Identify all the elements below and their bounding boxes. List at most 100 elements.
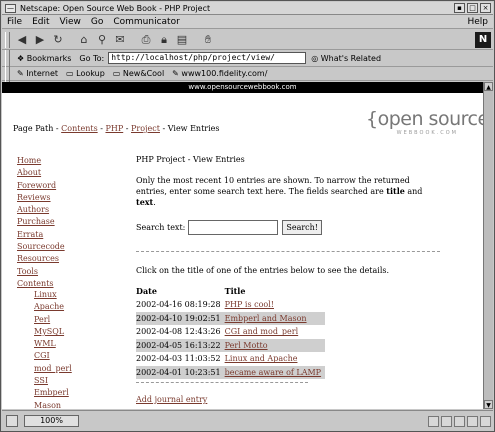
sidebar-item-contents[interactable]: Contents: [17, 279, 54, 288]
personal-link-fidelity[interactable]: ✎ www100.fidelity.com/: [168, 69, 271, 78]
subnav-item-mason[interactable]: Mason: [34, 401, 61, 409]
divider: [136, 382, 308, 383]
search-input[interactable]: [188, 220, 279, 235]
scroll-down-arrow-icon[interactable]: ▼: [484, 400, 493, 409]
composer-icon[interactable]: [480, 415, 491, 427]
newsgroups-icon[interactable]: [454, 415, 465, 427]
table-row: 2002-04-10 19:02:51 Embperl and Mason: [136, 311, 326, 325]
address-book-icon[interactable]: [467, 415, 478, 427]
add-journal-entry-link[interactable]: Add journal entry: [136, 395, 207, 404]
sidebar-item-foreword[interactable]: Foreword: [17, 181, 56, 190]
entry-title-link[interactable]: became aware of LAMP: [225, 368, 321, 377]
window-menu-button[interactable]: —: [5, 3, 16, 13]
menu-help[interactable]: Help: [462, 17, 493, 27]
personal-link-label: New&Cool: [122, 69, 165, 78]
menu-communicator[interactable]: Communicator: [108, 17, 184, 27]
subnav-item-wml[interactable]: WML: [34, 339, 56, 348]
sidebar-item-tools[interactable]: Tools: [17, 267, 38, 276]
breadcrumb-current: View Entries: [167, 124, 220, 133]
column-header-date: Date: [136, 286, 157, 296]
personal-toolbar: ✎ Internet ▭ Lookup ▭ New&Cool ✎ www100.…: [2, 65, 493, 82]
entry-date: 2002-04-08 12:43:26: [136, 327, 221, 337]
title-bar: — Netscape: Open Source Web Book - PHP P…: [2, 2, 493, 15]
toolbar-grip[interactable]: [5, 50, 10, 66]
toolbar-grip[interactable]: [5, 31, 10, 48]
entry-title-link[interactable]: Embperl and Mason: [225, 314, 307, 323]
bookmarks-button[interactable]: ❖ Bookmarks: [13, 54, 75, 63]
table-row: 2002-04-01 10:23:51 became aware of LAMP: [136, 365, 326, 379]
search-icon[interactable]: ⚲: [94, 32, 110, 47]
main-panel: PHP Project - View Entries Only the most…: [136, 155, 476, 404]
sidebar-item-errata[interactable]: Errata: [17, 230, 43, 239]
toolbar-grip[interactable]: [5, 65, 10, 82]
column-header-title: Title: [224, 286, 246, 296]
sidebar-item-reviews[interactable]: Reviews: [17, 193, 51, 202]
security-icon[interactable]: 🔒︎: [156, 32, 172, 47]
logo-main-text: {open source}: [366, 108, 483, 130]
status-bar: 100%: [2, 410, 493, 431]
search-label: Search text:: [136, 223, 186, 232]
mail-icon[interactable]: [441, 415, 452, 427]
minimize-button[interactable]: ▪: [454, 3, 465, 13]
breadcrumb-php[interactable]: PHP: [105, 124, 123, 133]
intro-end: .: [153, 198, 156, 207]
breadcrumb-project[interactable]: Project: [131, 124, 160, 133]
maximize-button[interactable]: □: [467, 3, 478, 13]
vertical-scrollbar[interactable]: ▲ ▼: [483, 82, 493, 409]
divider: [136, 251, 440, 252]
url-field[interactable]: http://localhost/php/project/view/: [108, 52, 307, 64]
breadcrumb-contents[interactable]: Contents: [61, 124, 98, 133]
subnav-item-perl[interactable]: Perl: [34, 315, 50, 324]
search-form: Search text: Search!: [136, 220, 476, 235]
subnav-item-apache[interactable]: Apache: [34, 302, 64, 311]
sidebar-item-about[interactable]: About: [17, 168, 41, 177]
navigator-icon[interactable]: [428, 415, 439, 427]
shop-icon[interactable]: ▤: [174, 32, 190, 47]
menu-go[interactable]: Go: [86, 17, 108, 27]
menu-file[interactable]: File: [2, 17, 27, 27]
goto-label: Go To:: [79, 53, 105, 63]
personal-link-label: Internet: [26, 69, 59, 78]
security-lock-icon[interactable]: [6, 415, 18, 427]
reload-icon[interactable]: ↻: [50, 32, 66, 47]
personal-link-lookup[interactable]: ▭ Lookup: [62, 69, 109, 78]
entry-date: 2002-04-01 10:23:51: [136, 365, 225, 379]
menu-edit[interactable]: Edit: [27, 17, 54, 27]
print-icon[interactable]: ⎙: [138, 32, 154, 47]
entry-title-link[interactable]: Linux and Apache: [225, 354, 298, 363]
sidebar-item-authors[interactable]: Authors: [17, 205, 49, 214]
entry-date: 2002-04-10 19:02:51: [136, 311, 225, 325]
home-icon[interactable]: ⌂: [76, 32, 92, 47]
breadcrumb: Page Path - Contents - PHP - Project - V…: [13, 124, 220, 133]
entry-title-link[interactable]: PHP is cool!: [225, 300, 274, 309]
intro-field-title: title: [386, 186, 405, 196]
table-row: 2002-04-16 08:19:28 PHP is cool!: [136, 298, 325, 312]
forward-icon[interactable]: ▶: [32, 32, 48, 47]
sidebar-item-sourcecode[interactable]: Sourcecode: [17, 242, 65, 251]
stop-icon[interactable]: ✋︎: [200, 32, 216, 47]
entry-title-link[interactable]: Perl Motto: [225, 341, 268, 350]
subnav-item-linux[interactable]: Linux: [34, 290, 57, 299]
entry-title-link[interactable]: CGI and mod_perl: [225, 327, 299, 336]
site-logo[interactable]: {open source} WEBBOOK.COM: [366, 108, 483, 146]
sidebar-item-home[interactable]: Home: [17, 156, 41, 165]
progress-indicator: 100%: [24, 415, 79, 427]
sidebar-item-purchase[interactable]: Purchase: [17, 217, 55, 226]
entry-date: 2002-04-16 08:19:28: [136, 300, 221, 310]
subnav-item-mysql[interactable]: MySQL: [34, 327, 64, 336]
back-icon[interactable]: ◀: [14, 32, 30, 47]
personal-link-internet[interactable]: ✎ Internet: [13, 69, 62, 78]
subnav-item-embperl[interactable]: Embperl: [34, 388, 69, 397]
sidebar-item-resources[interactable]: Resources: [17, 254, 59, 263]
close-button[interactable]: ×: [480, 3, 491, 13]
personal-link-newcool[interactable]: ▭ New&Cool: [109, 69, 168, 78]
scroll-up-arrow-icon[interactable]: ▲: [484, 82, 493, 91]
netscape-icon[interactable]: ✉: [112, 32, 128, 47]
search-button[interactable]: Search!: [282, 220, 323, 235]
netscape-logo[interactable]: N: [475, 32, 491, 48]
subnav-item-mod-perl[interactable]: mod_perl: [34, 364, 72, 373]
subnav-item-cgi[interactable]: CGI: [34, 351, 50, 360]
subnav-item-ssi[interactable]: SSI: [34, 376, 48, 385]
menu-view[interactable]: View: [55, 17, 86, 27]
whats-related-button[interactable]: ◎ What's Related: [311, 54, 381, 63]
